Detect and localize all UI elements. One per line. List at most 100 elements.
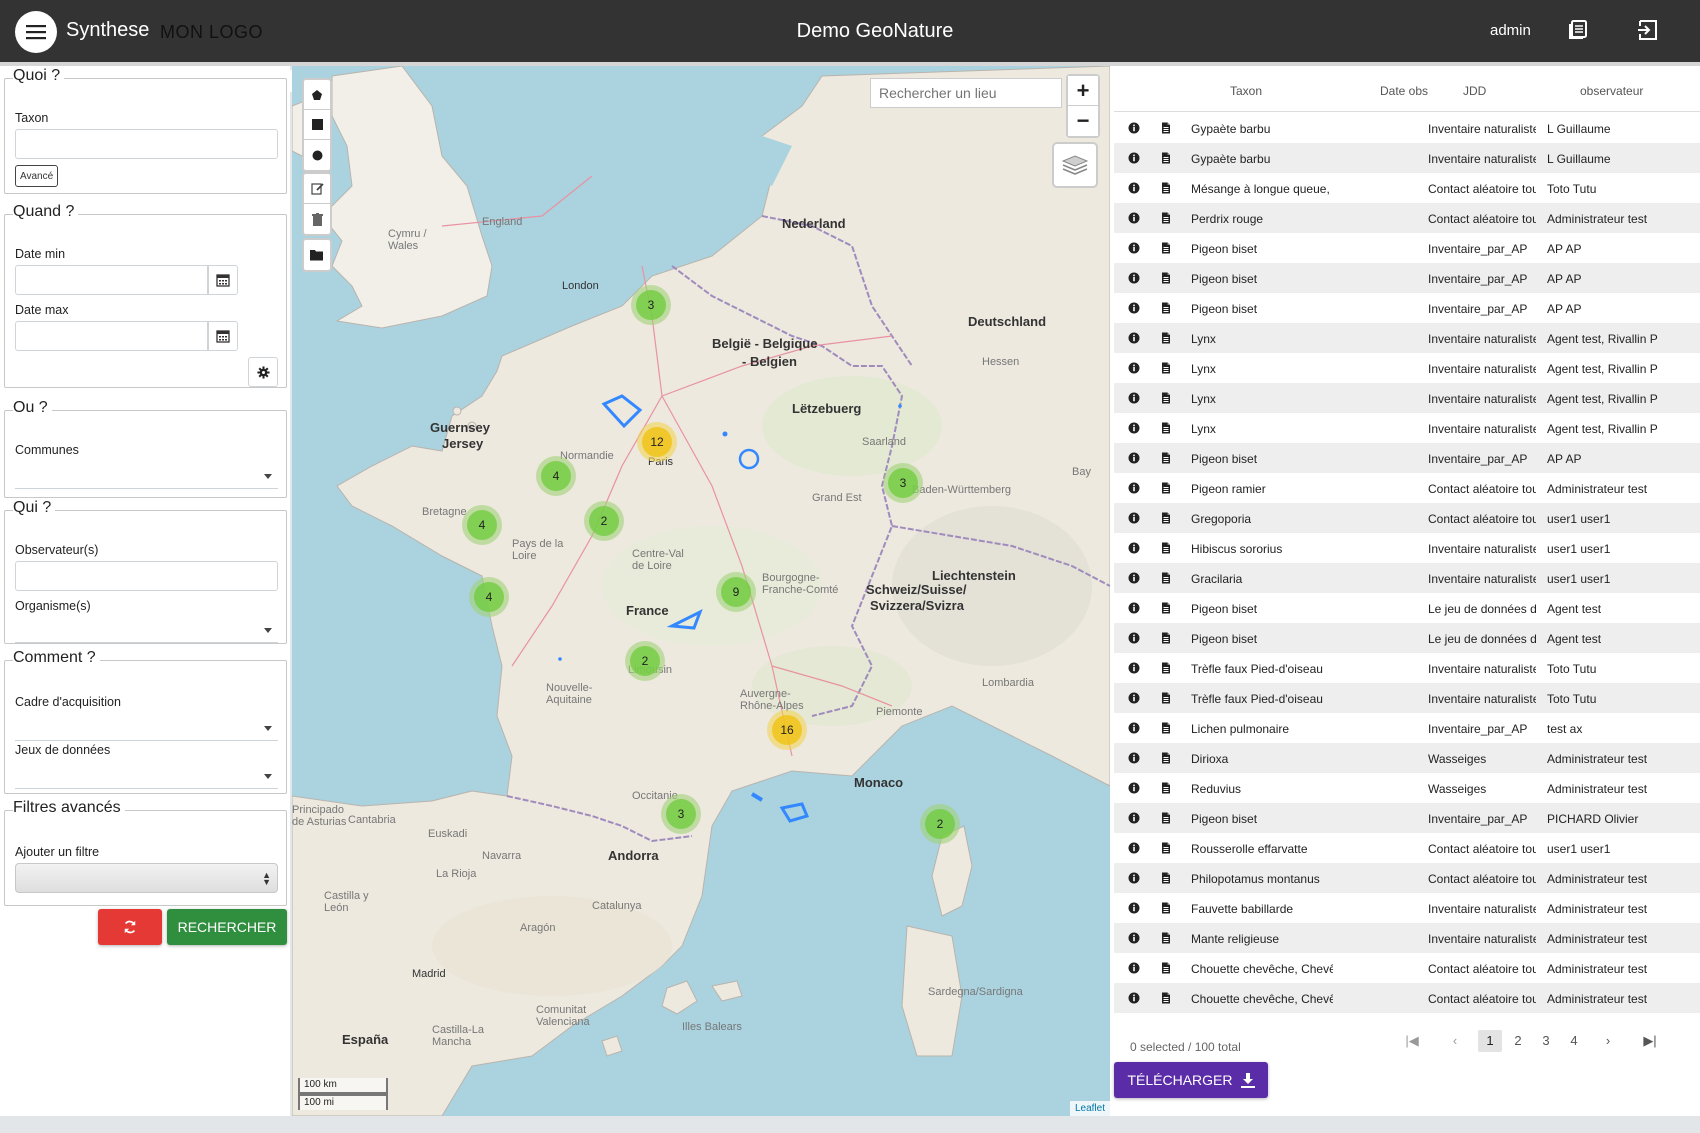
file-icon[interactable] (1160, 872, 1172, 884)
info-icon[interactable] (1128, 482, 1140, 494)
info-icon[interactable] (1128, 902, 1140, 914)
cluster-marker[interactable]: 4 (462, 505, 502, 545)
info-icon[interactable] (1128, 242, 1140, 254)
info-icon[interactable] (1128, 752, 1140, 764)
date-max-calendar-button[interactable] (208, 321, 238, 351)
logout-icon[interactable] (1636, 18, 1662, 44)
file-icon[interactable] (1160, 482, 1172, 494)
column-header-taxon[interactable]: Taxon (1230, 84, 1262, 98)
table-row[interactable]: Pigeon biset Inventaire_par_AP AP AP (1114, 233, 1700, 263)
info-icon[interactable] (1128, 992, 1140, 1004)
reset-button[interactable] (98, 909, 162, 945)
file-icon[interactable] (1160, 752, 1172, 764)
info-icon[interactable] (1128, 542, 1140, 554)
file-icon[interactable] (1160, 932, 1172, 944)
info-icon[interactable] (1128, 182, 1140, 194)
download-button[interactable]: TÉLÉCHARGER (1114, 1062, 1268, 1098)
info-icon[interactable] (1128, 812, 1140, 824)
delete-layers-button[interactable] (304, 204, 330, 234)
file-icon[interactable] (1160, 542, 1172, 554)
place-search-input[interactable] (870, 78, 1062, 108)
edit-layers-button[interactable] (304, 174, 330, 204)
cluster-marker[interactable]: 4 (469, 577, 509, 617)
cluster-marker[interactable]: 16 (767, 710, 807, 750)
table-row[interactable]: Dirioxa Wasseiges Administrateur test (1114, 743, 1700, 773)
file-icon[interactable] (1160, 842, 1172, 854)
draw-polygon-button[interactable] (304, 80, 330, 110)
file-icon[interactable] (1160, 182, 1172, 194)
organismes-select[interactable] (15, 617, 278, 643)
communes-select[interactable] (15, 463, 278, 489)
table-row[interactable]: Rousserolle effarvatte Contact aléatoire … (1114, 833, 1700, 863)
info-icon[interactable] (1128, 332, 1140, 344)
table-row[interactable]: Lynx Inventaire naturaliste Agent test, Ri… (1114, 413, 1700, 443)
user-name[interactable]: admin (1490, 22, 1531, 39)
file-icon[interactable] (1160, 362, 1172, 374)
date-min-calendar-button[interactable] (208, 265, 238, 295)
table-row[interactable]: Pigeon biset Inventaire_par_AP AP AP (1114, 443, 1700, 473)
table-row[interactable]: Mante religieuse Inventaire naturaliste Ad… (1114, 923, 1700, 953)
table-row[interactable]: Gregoporia Contact aléatoire tous user1 us… (1114, 503, 1700, 533)
table-row[interactable]: Lynx Inventaire naturaliste Agent test, Ri… (1114, 353, 1700, 383)
cluster-marker[interactable]: 12 (637, 422, 677, 462)
table-row[interactable]: Pigeon biset Inventaire_par_AP AP AP (1114, 263, 1700, 293)
info-icon[interactable] (1128, 632, 1140, 644)
table-row[interactable]: Lynx Inventaire naturaliste Agent test, Ri… (1114, 323, 1700, 353)
table-row[interactable]: Lynx Inventaire naturaliste Agent test, Ri… (1114, 383, 1700, 413)
cluster-marker[interactable]: 2 (584, 501, 624, 541)
table-row[interactable]: Mésange à longue queue, Orite Contact alé… (1114, 173, 1700, 203)
info-icon[interactable] (1128, 512, 1140, 524)
cluster-marker[interactable]: 3 (661, 794, 701, 834)
info-icon[interactable] (1128, 212, 1140, 224)
info-icon[interactable] (1128, 272, 1140, 284)
table-row[interactable]: Hibiscus sororius Inventaire naturaliste u… (1114, 533, 1700, 563)
file-icon[interactable] (1160, 602, 1172, 614)
info-icon[interactable] (1128, 602, 1140, 614)
documentation-icon[interactable] (1566, 18, 1592, 44)
file-icon[interactable] (1160, 902, 1172, 914)
page-button-2[interactable]: 2 (1506, 1030, 1530, 1052)
next-page-button[interactable]: › (1596, 1030, 1620, 1052)
file-icon[interactable] (1160, 782, 1172, 794)
info-icon[interactable] (1128, 962, 1140, 974)
table-row[interactable]: Pigeon biset Le jeu de données de Agent te… (1114, 623, 1700, 653)
file-icon[interactable] (1160, 302, 1172, 314)
date-max-input[interactable] (15, 321, 208, 351)
table-row[interactable]: Gypaète barbu Inventaire naturaliste L Gui… (1114, 113, 1700, 143)
table-row[interactable]: Perdrix rouge Contact aléatoire tous Admin… (1114, 203, 1700, 233)
leaflet-attribution-link[interactable]: Leaflet (1069, 1101, 1110, 1116)
info-icon[interactable] (1128, 842, 1140, 854)
column-header-jdd[interactable]: JDD (1463, 84, 1486, 98)
advanced-taxon-button[interactable]: Avancé (15, 165, 59, 187)
file-icon[interactable] (1160, 122, 1172, 134)
file-icon[interactable] (1160, 722, 1172, 734)
table-row[interactable]: Gracilaria Inventaire naturaliste user1 us… (1114, 563, 1700, 593)
info-icon[interactable] (1128, 572, 1140, 584)
info-icon[interactable] (1128, 932, 1140, 944)
cluster-marker[interactable]: 2 (920, 804, 960, 844)
file-icon[interactable] (1160, 692, 1172, 704)
table-row[interactable]: Lichen pulmonaire Inventaire_par_AP test a… (1114, 713, 1700, 743)
file-icon[interactable] (1160, 572, 1172, 584)
file-icon[interactable] (1160, 962, 1172, 974)
file-icon[interactable] (1160, 512, 1172, 524)
cluster-marker[interactable]: 3 (631, 285, 671, 325)
file-icon[interactable] (1160, 992, 1172, 1004)
draw-circle-button[interactable] (304, 140, 330, 170)
search-button[interactable]: RECHERCHER (167, 909, 287, 945)
info-icon[interactable] (1128, 662, 1140, 674)
info-icon[interactable] (1128, 422, 1140, 434)
column-header-date-obs[interactable]: Date obs (1380, 84, 1428, 98)
table-row[interactable]: Philopotamus montanus Contact aléatoire t… (1114, 863, 1700, 893)
file-icon[interactable] (1160, 422, 1172, 434)
file-icon[interactable] (1160, 332, 1172, 344)
info-icon[interactable] (1128, 302, 1140, 314)
table-row[interactable]: Trèfle faux Pied-d'oiseau Inventaire natu… (1114, 683, 1700, 713)
table-row[interactable]: Pigeon biset Inventaire_par_AP AP AP (1114, 293, 1700, 323)
file-icon[interactable] (1160, 662, 1172, 674)
page-button-3[interactable]: 3 (1534, 1030, 1558, 1052)
first-page-button[interactable]: |◀ (1400, 1030, 1424, 1052)
info-icon[interactable] (1128, 722, 1140, 734)
map-view[interactable]: Nederland België - Belgique - Belgien Lë… (292, 66, 1110, 1116)
previous-page-button[interactable]: ‹ (1443, 1030, 1467, 1052)
